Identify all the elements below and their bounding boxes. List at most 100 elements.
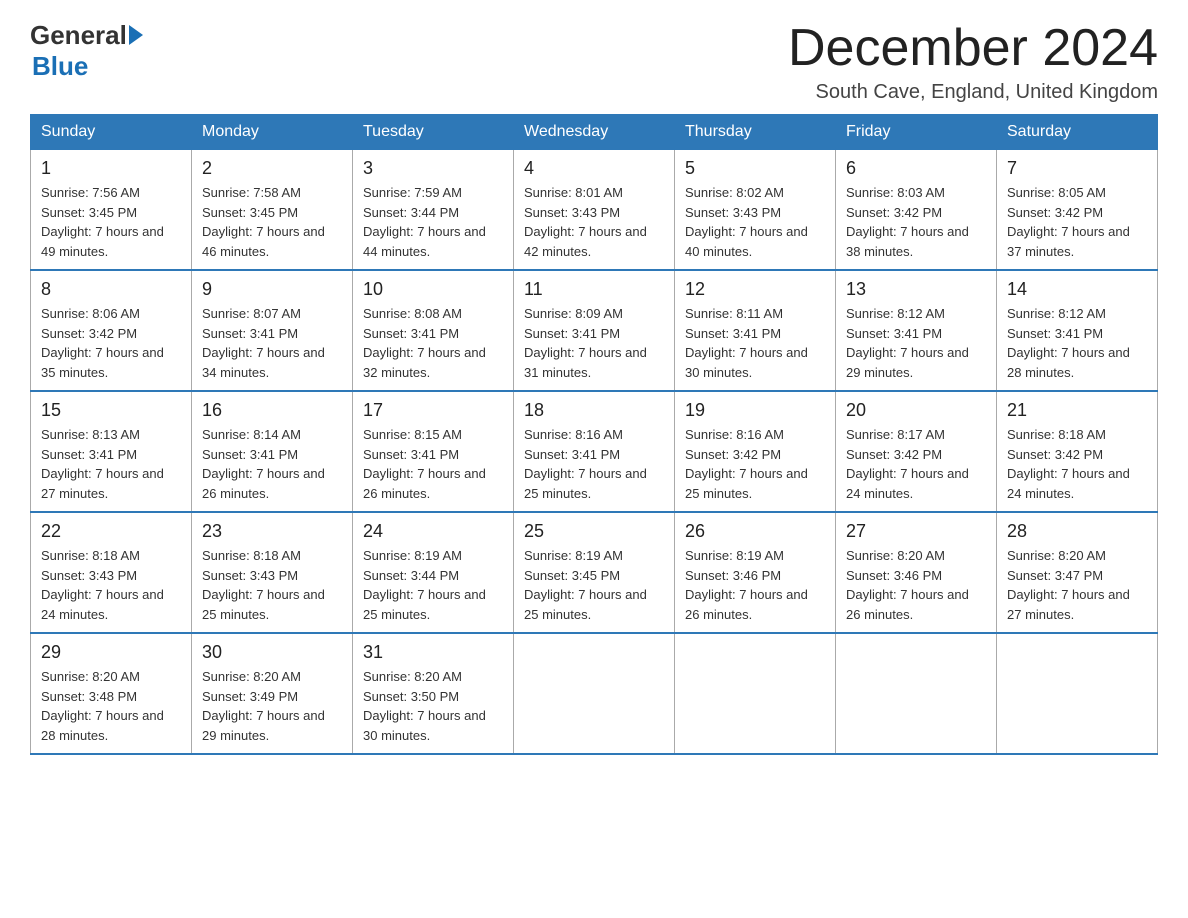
day-number: 6 [846, 158, 986, 179]
day-number: 4 [524, 158, 664, 179]
day-number: 17 [363, 400, 503, 421]
day-info: Sunrise: 8:20 AMSunset: 3:49 PMDaylight:… [202, 669, 325, 743]
day-info: Sunrise: 8:19 AMSunset: 3:45 PMDaylight:… [524, 548, 647, 622]
day-number: 19 [685, 400, 825, 421]
calendar-header-row: SundayMondayTuesdayWednesdayThursdayFrid… [31, 115, 1158, 150]
day-info: Sunrise: 8:18 AMSunset: 3:43 PMDaylight:… [202, 548, 325, 622]
day-number: 7 [1007, 158, 1147, 179]
day-number: 21 [1007, 400, 1147, 421]
day-info: Sunrise: 8:05 AMSunset: 3:42 PMDaylight:… [1007, 185, 1130, 259]
calendar-cell: 19 Sunrise: 8:16 AMSunset: 3:42 PMDaylig… [675, 391, 836, 512]
calendar-cell: 28 Sunrise: 8:20 AMSunset: 3:47 PMDaylig… [997, 512, 1158, 633]
day-number: 16 [202, 400, 342, 421]
calendar-cell: 18 Sunrise: 8:16 AMSunset: 3:41 PMDaylig… [514, 391, 675, 512]
day-info: Sunrise: 8:19 AMSunset: 3:44 PMDaylight:… [363, 548, 486, 622]
header-monday: Monday [192, 115, 353, 150]
day-info: Sunrise: 8:09 AMSunset: 3:41 PMDaylight:… [524, 306, 647, 380]
day-info: Sunrise: 8:12 AMSunset: 3:41 PMDaylight:… [1007, 306, 1130, 380]
calendar-cell: 20 Sunrise: 8:17 AMSunset: 3:42 PMDaylig… [836, 391, 997, 512]
day-number: 9 [202, 279, 342, 300]
logo-general-text: General [30, 20, 127, 51]
day-number: 28 [1007, 521, 1147, 542]
day-info: Sunrise: 8:03 AMSunset: 3:42 PMDaylight:… [846, 185, 969, 259]
day-number: 13 [846, 279, 986, 300]
title-section: December 2024 South Cave, England, Unite… [788, 20, 1158, 104]
calendar-cell: 29 Sunrise: 8:20 AMSunset: 3:48 PMDaylig… [31, 633, 192, 754]
day-number: 3 [363, 158, 503, 179]
month-title: December 2024 [788, 20, 1158, 77]
calendar-cell: 6 Sunrise: 8:03 AMSunset: 3:42 PMDayligh… [836, 150, 997, 271]
day-info: Sunrise: 8:02 AMSunset: 3:43 PMDaylight:… [685, 185, 808, 259]
calendar-cell: 14 Sunrise: 8:12 AMSunset: 3:41 PMDaylig… [997, 270, 1158, 391]
day-info: Sunrise: 8:15 AMSunset: 3:41 PMDaylight:… [363, 427, 486, 501]
day-number: 31 [363, 642, 503, 663]
day-info: Sunrise: 8:14 AMSunset: 3:41 PMDaylight:… [202, 427, 325, 501]
calendar-cell: 16 Sunrise: 8:14 AMSunset: 3:41 PMDaylig… [192, 391, 353, 512]
calendar-cell: 12 Sunrise: 8:11 AMSunset: 3:41 PMDaylig… [675, 270, 836, 391]
day-info: Sunrise: 8:18 AMSunset: 3:42 PMDaylight:… [1007, 427, 1130, 501]
calendar-cell: 13 Sunrise: 8:12 AMSunset: 3:41 PMDaylig… [836, 270, 997, 391]
calendar-week-row: 29 Sunrise: 8:20 AMSunset: 3:48 PMDaylig… [31, 633, 1158, 754]
header-tuesday: Tuesday [353, 115, 514, 150]
day-number: 29 [41, 642, 181, 663]
day-number: 8 [41, 279, 181, 300]
calendar-week-row: 15 Sunrise: 8:13 AMSunset: 3:41 PMDaylig… [31, 391, 1158, 512]
calendar-cell: 31 Sunrise: 8:20 AMSunset: 3:50 PMDaylig… [353, 633, 514, 754]
day-info: Sunrise: 8:06 AMSunset: 3:42 PMDaylight:… [41, 306, 164, 380]
day-number: 18 [524, 400, 664, 421]
calendar-cell: 26 Sunrise: 8:19 AMSunset: 3:46 PMDaylig… [675, 512, 836, 633]
day-info: Sunrise: 8:20 AMSunset: 3:46 PMDaylight:… [846, 548, 969, 622]
day-number: 14 [1007, 279, 1147, 300]
calendar-cell: 10 Sunrise: 8:08 AMSunset: 3:41 PMDaylig… [353, 270, 514, 391]
calendar-week-row: 22 Sunrise: 8:18 AMSunset: 3:43 PMDaylig… [31, 512, 1158, 633]
day-info: Sunrise: 8:17 AMSunset: 3:42 PMDaylight:… [846, 427, 969, 501]
calendar-cell: 11 Sunrise: 8:09 AMSunset: 3:41 PMDaylig… [514, 270, 675, 391]
day-info: Sunrise: 8:07 AMSunset: 3:41 PMDaylight:… [202, 306, 325, 380]
day-number: 20 [846, 400, 986, 421]
day-info: Sunrise: 8:20 AMSunset: 3:48 PMDaylight:… [41, 669, 164, 743]
day-number: 30 [202, 642, 342, 663]
day-info: Sunrise: 7:56 AMSunset: 3:45 PMDaylight:… [41, 185, 164, 259]
calendar-cell: 17 Sunrise: 8:15 AMSunset: 3:41 PMDaylig… [353, 391, 514, 512]
calendar-cell: 24 Sunrise: 8:19 AMSunset: 3:44 PMDaylig… [353, 512, 514, 633]
calendar-cell: 15 Sunrise: 8:13 AMSunset: 3:41 PMDaylig… [31, 391, 192, 512]
day-number: 25 [524, 521, 664, 542]
location-text: South Cave, England, United Kingdom [788, 81, 1158, 104]
calendar-cell [997, 633, 1158, 754]
calendar-week-row: 1 Sunrise: 7:56 AMSunset: 3:45 PMDayligh… [31, 150, 1158, 271]
day-info: Sunrise: 8:16 AMSunset: 3:41 PMDaylight:… [524, 427, 647, 501]
calendar-cell: 21 Sunrise: 8:18 AMSunset: 3:42 PMDaylig… [997, 391, 1158, 512]
calendar-cell: 4 Sunrise: 8:01 AMSunset: 3:43 PMDayligh… [514, 150, 675, 271]
day-number: 1 [41, 158, 181, 179]
day-number: 10 [363, 279, 503, 300]
calendar-cell [836, 633, 997, 754]
page-header: General Blue December 2024 South Cave, E… [30, 20, 1158, 104]
day-info: Sunrise: 8:12 AMSunset: 3:41 PMDaylight:… [846, 306, 969, 380]
day-info: Sunrise: 8:20 AMSunset: 3:50 PMDaylight:… [363, 669, 486, 743]
day-number: 22 [41, 521, 181, 542]
calendar-cell: 3 Sunrise: 7:59 AMSunset: 3:44 PMDayligh… [353, 150, 514, 271]
day-number: 2 [202, 158, 342, 179]
day-number: 12 [685, 279, 825, 300]
calendar-cell: 22 Sunrise: 8:18 AMSunset: 3:43 PMDaylig… [31, 512, 192, 633]
day-info: Sunrise: 8:20 AMSunset: 3:47 PMDaylight:… [1007, 548, 1130, 622]
logo-blue-text: Blue [32, 51, 88, 82]
day-info: Sunrise: 8:18 AMSunset: 3:43 PMDaylight:… [41, 548, 164, 622]
day-number: 27 [846, 521, 986, 542]
day-info: Sunrise: 8:13 AMSunset: 3:41 PMDaylight:… [41, 427, 164, 501]
day-number: 15 [41, 400, 181, 421]
calendar-cell: 25 Sunrise: 8:19 AMSunset: 3:45 PMDaylig… [514, 512, 675, 633]
calendar-week-row: 8 Sunrise: 8:06 AMSunset: 3:42 PMDayligh… [31, 270, 1158, 391]
calendar-cell [675, 633, 836, 754]
logo: General Blue [30, 20, 143, 82]
calendar-cell: 30 Sunrise: 8:20 AMSunset: 3:49 PMDaylig… [192, 633, 353, 754]
day-info: Sunrise: 8:08 AMSunset: 3:41 PMDaylight:… [363, 306, 486, 380]
day-number: 11 [524, 279, 664, 300]
calendar-cell: 2 Sunrise: 7:58 AMSunset: 3:45 PMDayligh… [192, 150, 353, 271]
day-number: 26 [685, 521, 825, 542]
day-info: Sunrise: 8:16 AMSunset: 3:42 PMDaylight:… [685, 427, 808, 501]
header-friday: Friday [836, 115, 997, 150]
header-sunday: Sunday [31, 115, 192, 150]
calendar-cell [514, 633, 675, 754]
day-number: 5 [685, 158, 825, 179]
